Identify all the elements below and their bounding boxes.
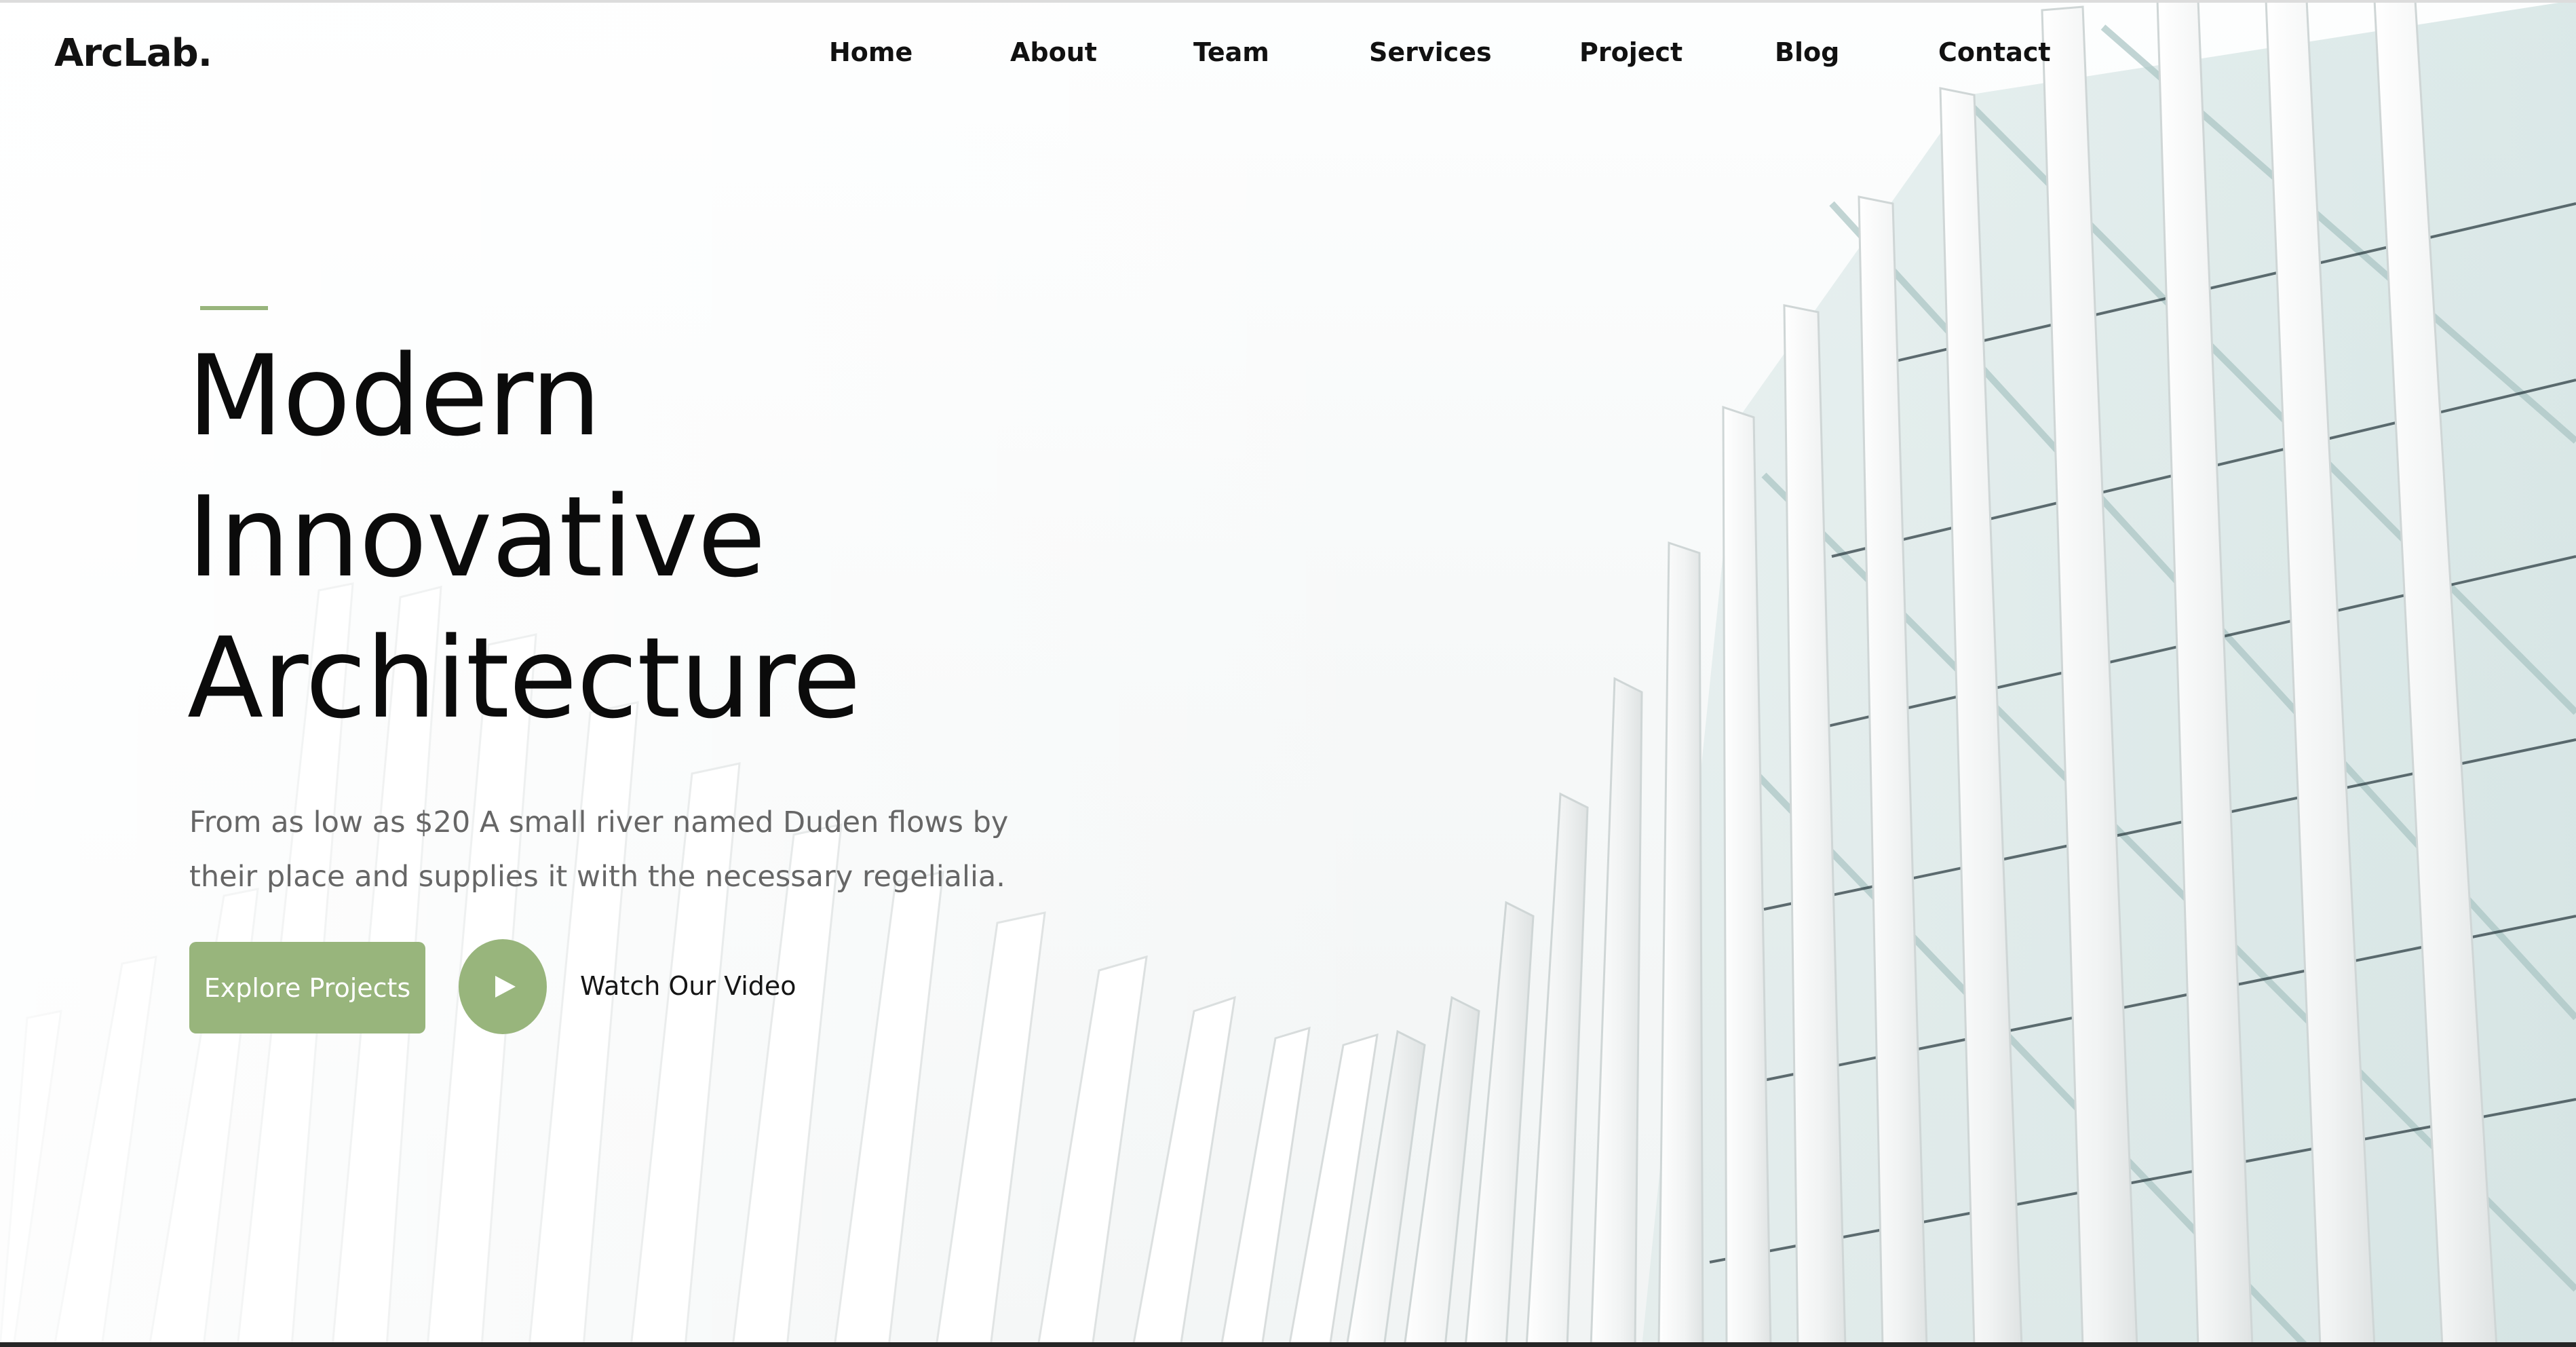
top-border <box>0 0 2576 3</box>
nav-item-services[interactable]: Services <box>1369 37 1492 67</box>
brand-logo[interactable]: ArcLab. <box>54 31 212 75</box>
watch-video-link[interactable]: Watch Our Video <box>580 971 796 1001</box>
headline-line-1: Modern <box>187 331 601 461</box>
explore-projects-button[interactable]: Explore Projects <box>189 942 425 1033</box>
headline-line-3: Architecture <box>187 613 861 743</box>
explore-projects-label: Explore Projects <box>204 972 411 1003</box>
play-video-button[interactable] <box>459 939 547 1034</box>
nav-item-team[interactable]: Team <box>1193 37 1269 67</box>
nav-item-project[interactable]: Project <box>1579 37 1683 67</box>
nav-item-about[interactable]: About <box>1010 37 1097 67</box>
hero-subtitle: From as low as $20 A small river named D… <box>189 805 1009 894</box>
nav-item-contact[interactable]: Contact <box>1938 37 2051 67</box>
bottom-border <box>0 1342 2576 1347</box>
headline-accent-line <box>200 306 268 310</box>
play-icon <box>495 976 516 998</box>
headline-line-2: Innovative <box>187 472 766 602</box>
nav-item-blog[interactable]: Blog <box>1775 37 1839 67</box>
nav-item-home[interactable]: Home <box>829 37 912 67</box>
hero-headline: Modern Innovative Architecture <box>187 326 861 749</box>
